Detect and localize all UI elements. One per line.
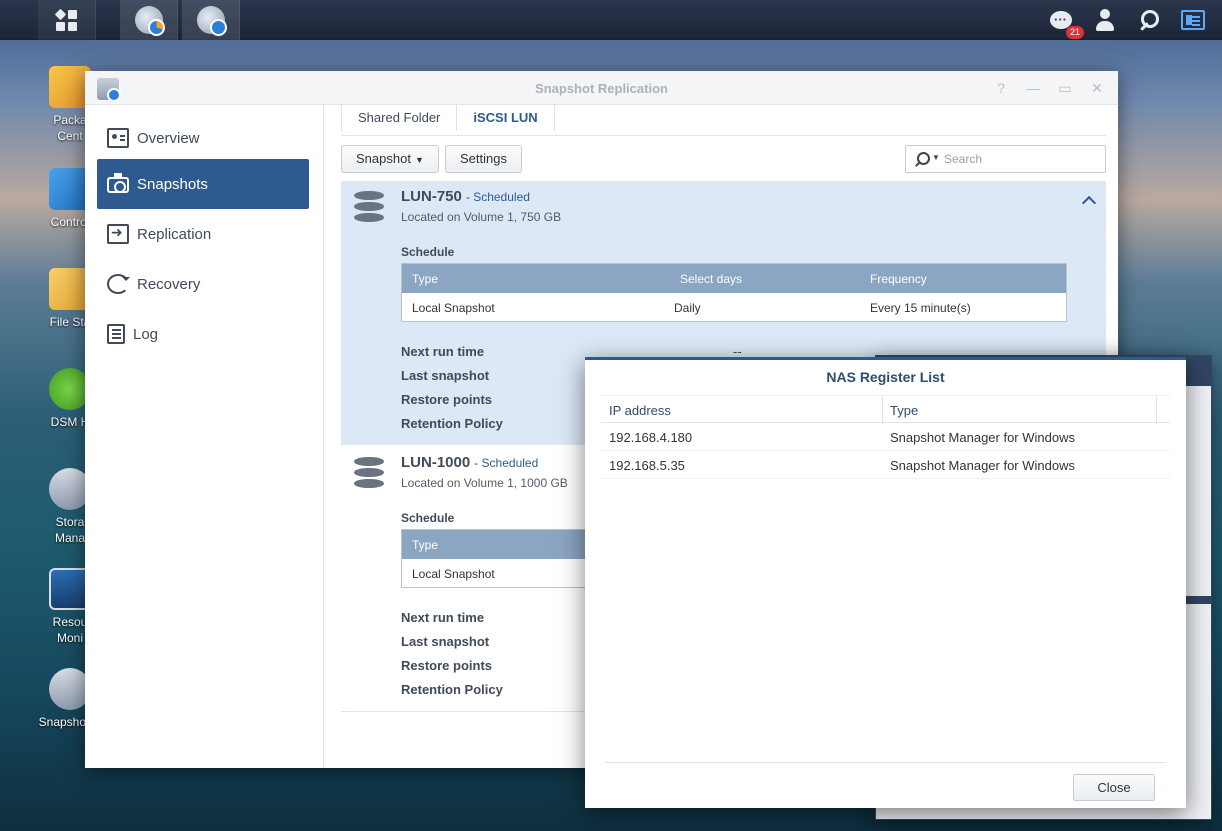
- log-icon: [107, 324, 125, 344]
- search-input[interactable]: [944, 150, 1094, 168]
- next-run-time-label: Next run time: [401, 344, 485, 359]
- storage-manager-icon: [134, 6, 165, 36]
- maximize-icon[interactable]: ▭: [1058, 80, 1072, 97]
- column-header: Select days: [680, 272, 743, 286]
- tab-shared-folder[interactable]: Shared Folder: [341, 105, 458, 131]
- search-icon: [914, 152, 930, 168]
- retention-policy-label: Retention Policy: [401, 682, 503, 697]
- sidebar-item-overview[interactable]: Overview: [97, 113, 309, 163]
- next-run-time-label: Next run time: [401, 610, 485, 625]
- snapshot-button-label: Snapshot: [356, 151, 411, 166]
- restore-points-label: Restore points: [401, 392, 493, 407]
- snapshot-replication-icon: [196, 6, 227, 36]
- column-header: Type: [412, 272, 439, 286]
- chevron-down-icon: ▼: [414, 155, 424, 165]
- table-cell: Every 15 minute(s): [870, 301, 971, 315]
- last-snapshot-label: Last snapshot: [401, 368, 490, 383]
- notifications-button[interactable]: 21: [1048, 7, 1084, 39]
- lun-title: LUN-750- Scheduled: [401, 188, 530, 205]
- close-button[interactable]: Close: [1073, 774, 1155, 801]
- dialog-footer-divider: [605, 762, 1166, 763]
- sidebar-item-label: Recovery: [137, 275, 201, 293]
- sidebar-item-label: Snapshots: [137, 175, 208, 193]
- nas-register-list-dialog: NAS Register List IP address Type 192.16…: [585, 357, 1186, 808]
- window-title: Snapshot Replication: [535, 81, 668, 96]
- type-cell: Snapshot Manager for Windows: [890, 430, 1075, 445]
- widgets-icon: [1181, 10, 1205, 30]
- retention-policy-label: Retention Policy: [401, 416, 503, 431]
- widgets-button[interactable]: [1180, 7, 1206, 33]
- sidebar-item-recovery[interactable]: Recovery: [97, 259, 309, 309]
- schedule-table: Type Select days Frequency Local Snapsho…: [401, 263, 1067, 322]
- search-button[interactable]: [1136, 7, 1162, 33]
- lun-title: LUN-1000- Scheduled: [401, 454, 538, 471]
- nas-register-table: IP address Type 192.168.4.180 Snapshot M…: [601, 395, 1170, 479]
- type-cell: Snapshot Manager for Windows: [890, 458, 1075, 473]
- sidebar-item-replication[interactable]: Replication: [97, 209, 309, 259]
- snapshot-menu-button[interactable]: Snapshot ▼: [341, 145, 439, 173]
- user-button[interactable]: [1092, 7, 1118, 33]
- lun-location: Located on Volume 1, 750 GB: [401, 210, 562, 224]
- ip-address-cell: 192.168.5.35: [609, 458, 685, 473]
- dialog-title: NAS Register List: [826, 369, 945, 385]
- tab-iscsi-lun[interactable]: iSCSI LUN: [457, 105, 555, 131]
- replication-icon: [107, 224, 129, 244]
- table-cell: Local Snapshot: [412, 301, 495, 315]
- column-header-type[interactable]: Type: [890, 403, 918, 418]
- schedule-label: Schedule: [401, 511, 455, 525]
- sidebar-item-log[interactable]: Log: [97, 309, 309, 359]
- schedule-table-header: Type Select days Frequency: [402, 264, 1066, 293]
- table-header: IP address Type: [601, 395, 1170, 424]
- database-icon: [354, 191, 384, 223]
- table-row[interactable]: 192.168.4.180 Snapshot Manager for Windo…: [601, 423, 1170, 451]
- chevron-up-icon[interactable]: [1082, 195, 1094, 207]
- sidebar-item-label: Log: [133, 325, 159, 343]
- user-icon: [1094, 9, 1116, 31]
- search-icon: [1138, 9, 1160, 31]
- table-row[interactable]: 192.168.5.35 Snapshot Manager for Window…: [601, 451, 1170, 479]
- lun-name: LUN-1000: [401, 454, 471, 471]
- close-icon[interactable]: ✕: [1090, 80, 1104, 97]
- column-header: Type: [412, 538, 439, 552]
- main-menu-button[interactable]: [38, 0, 96, 40]
- table-cell: Local Snapshot: [412, 567, 495, 581]
- sidebar-item-snapshots[interactable]: Snapshots: [97, 159, 309, 209]
- lun-dash: -: [474, 456, 482, 470]
- schedule-label: Schedule: [401, 245, 455, 259]
- settings-button[interactable]: Settings: [445, 145, 522, 173]
- table-row[interactable]: Local Snapshot Daily Every 15 minute(s): [402, 293, 1066, 321]
- system-tray: 21: [1048, 0, 1222, 40]
- ip-address-cell: 192.168.4.180: [609, 430, 693, 445]
- help-icon[interactable]: ?: [994, 80, 1008, 97]
- camera-icon: [107, 173, 129, 193]
- sidebar-item-label: Replication: [137, 225, 212, 243]
- column-divider[interactable]: [882, 396, 883, 424]
- overview-icon: [107, 128, 129, 148]
- table-cell: Daily: [674, 301, 701, 315]
- sidebar: Overview Snapshots Replication Recovery …: [85, 105, 324, 768]
- window-titlebar[interactable]: Snapshot Replication ? — ▭ ✕: [85, 71, 1118, 105]
- taskbar: 21: [0, 0, 1222, 40]
- search-box[interactable]: ▼: [905, 145, 1106, 173]
- lun-location: Located on Volume 1, 1000 GB: [401, 476, 568, 490]
- taskbar-storage-manager-button[interactable]: [120, 0, 178, 40]
- last-snapshot-label: Last snapshot: [401, 634, 490, 649]
- sidebar-item-label: Overview: [137, 129, 200, 147]
- lun-status: Scheduled: [481, 456, 539, 470]
- notification-badge: 21: [1065, 26, 1084, 39]
- lun-status: Scheduled: [473, 190, 530, 204]
- lun-name: LUN-750: [401, 188, 462, 205]
- main-menu-icon: [54, 8, 77, 31]
- column-header-ip-address[interactable]: IP address: [609, 403, 671, 418]
- restore-points-label: Restore points: [401, 658, 493, 673]
- column-divider[interactable]: [1156, 396, 1157, 424]
- column-header: Frequency: [870, 272, 927, 286]
- toolbar: Snapshot ▼ Settings ▼: [341, 145, 1106, 173]
- minimize-icon[interactable]: —: [1026, 80, 1040, 97]
- chevron-down-icon[interactable]: ▼: [932, 153, 940, 162]
- database-icon: [354, 457, 384, 489]
- taskbar-snapshot-replication-button[interactable]: [182, 0, 240, 40]
- tab-bar: Shared Folder iSCSI LUN: [341, 105, 1106, 136]
- recovery-icon: [107, 274, 130, 294]
